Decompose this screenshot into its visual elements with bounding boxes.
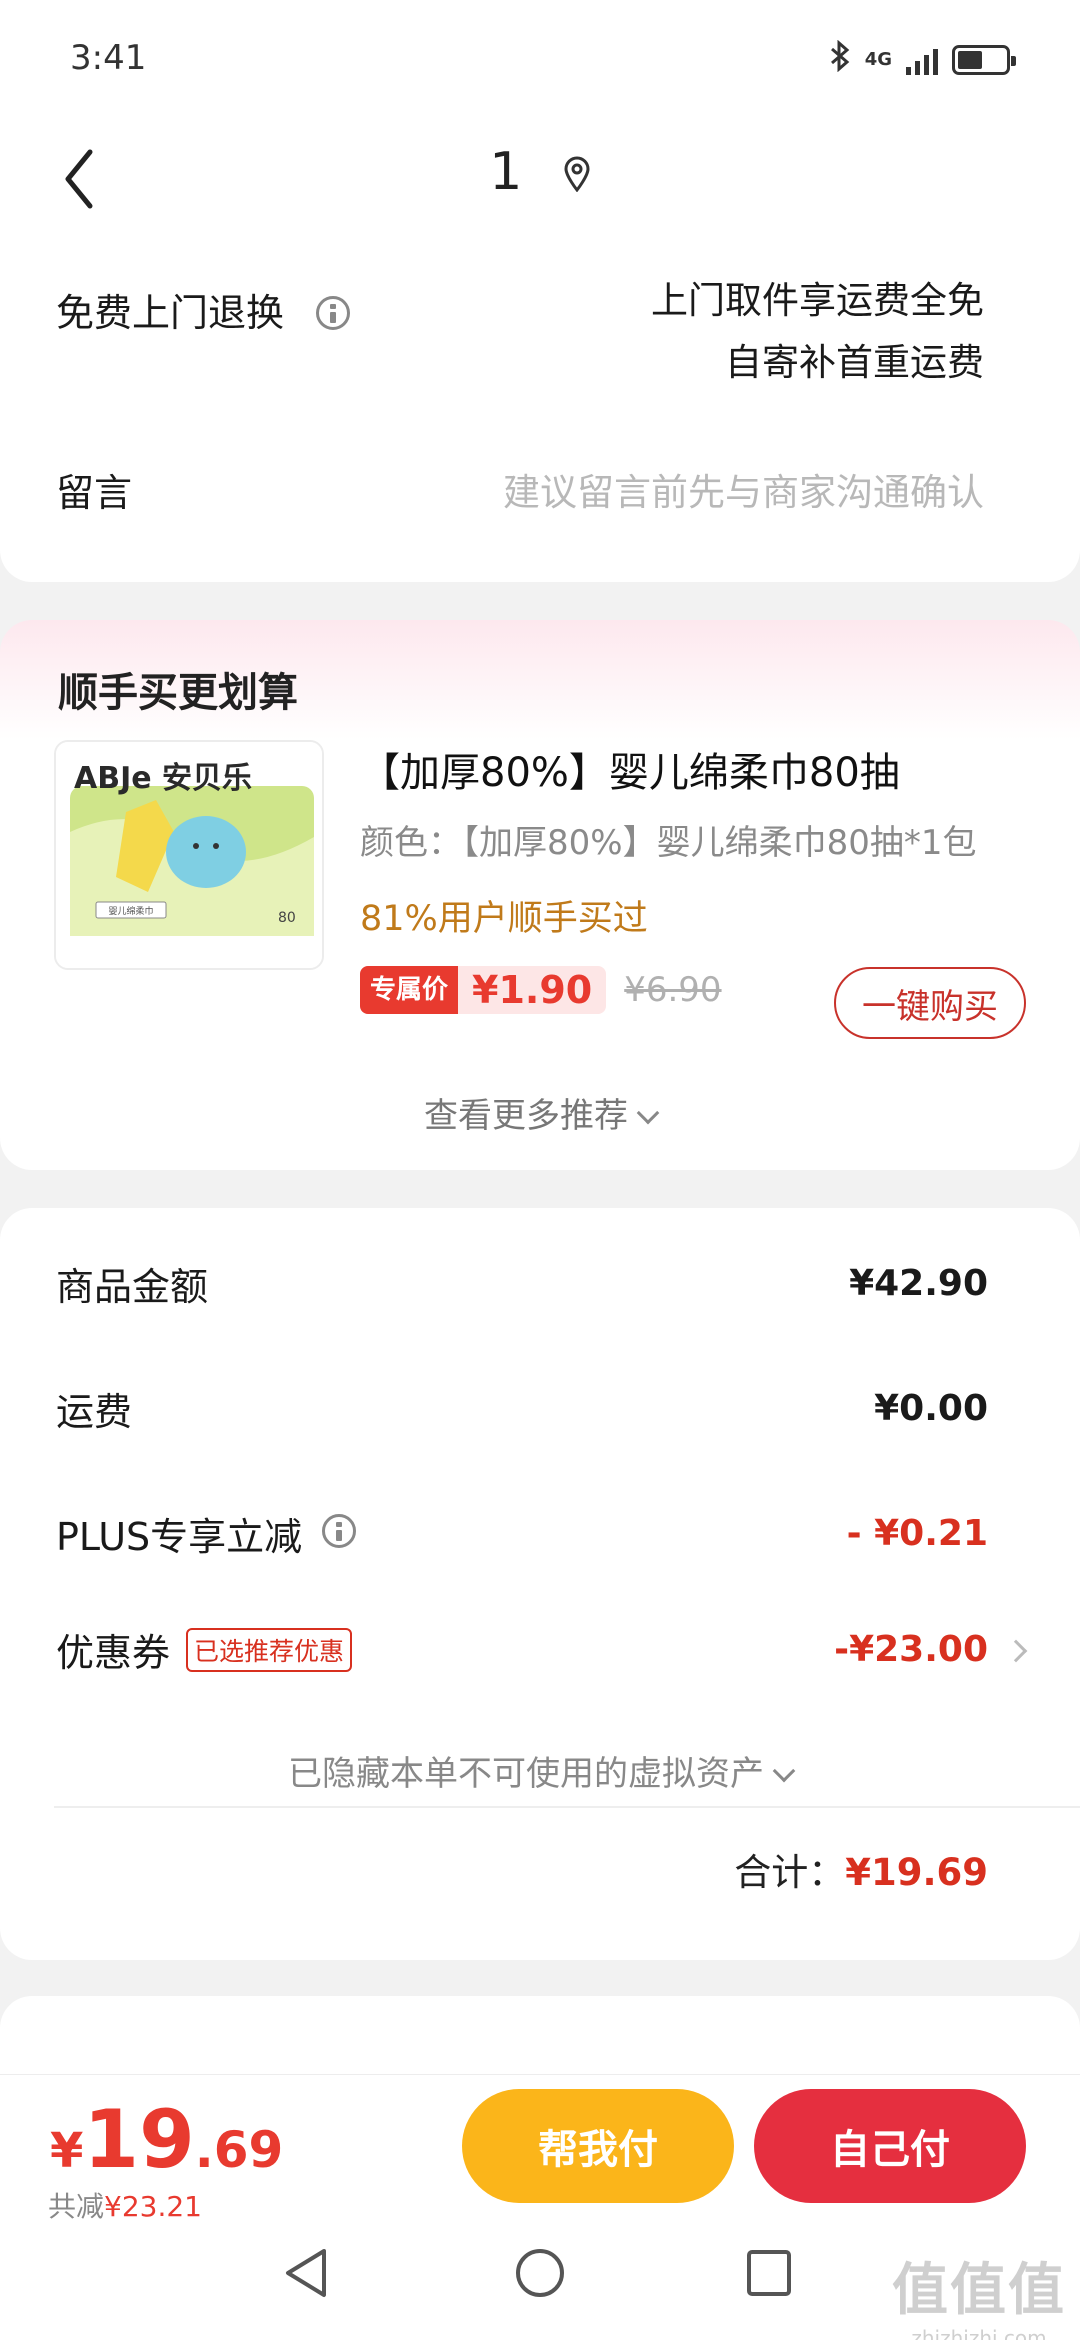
product-count-text: 80 bbox=[278, 910, 296, 926]
chevron-down-icon bbox=[636, 1101, 660, 1125]
goods-amount-row: 商品金额 ¥42.90 bbox=[56, 1256, 1024, 1311]
nav-recents-icon[interactable] bbox=[744, 2245, 794, 2305]
product-image[interactable]: 婴儿绵柔巾 ABJe 安贝乐 80 bbox=[54, 740, 324, 970]
watermark-logo: 值值值 zhizhizhi.com bbox=[892, 2245, 1066, 2340]
plus-discount-row: PLUS专享立减 - ¥0.21 bbox=[56, 1506, 1024, 1561]
pay-total: ¥19.69 bbox=[50, 2093, 283, 2186]
product-name[interactable]: 【加厚80%】婴儿绵柔巾80抽 bbox=[360, 740, 900, 798]
network-type-label: 4G bbox=[864, 49, 892, 70]
plus-discount-label-wrap: PLUS专享立减 bbox=[56, 1506, 357, 1561]
return-row[interactable]: 免费上门退换 上门取件享运费全免 自寄补首重运费 bbox=[56, 279, 1024, 394]
hidden-assets-label: 已隐藏本单不可使用的虚拟资产 bbox=[288, 1754, 764, 1794]
page-title: 1 bbox=[0, 142, 1080, 205]
return-desc-line1: 上门取件享运费全免 bbox=[651, 279, 984, 322]
return-label-wrap: 免费上门退换 bbox=[56, 282, 351, 394]
saved-label: 共减 bbox=[48, 2190, 105, 2223]
nav-back-icon[interactable] bbox=[282, 2245, 332, 2305]
one-click-buy-button[interactable]: 一键购买 bbox=[834, 967, 1026, 1039]
bottom-pay-bar: ¥19.69 共减¥23.21 帮我付 自己付 值值值 zhizhizhi.co… bbox=[0, 2074, 1080, 2340]
recommend-title: 顺手买更划算 bbox=[58, 670, 298, 716]
return-desc-line2: 自寄补首重运费 bbox=[725, 341, 984, 384]
help-me-pay-button[interactable]: 帮我付 bbox=[462, 2089, 734, 2203]
saved-amount: 共减¥23.21 bbox=[48, 2185, 202, 2225]
product-price: ¥1.90 bbox=[458, 966, 607, 1014]
bluetooth-icon bbox=[829, 39, 851, 80]
shipping-value: ¥0.00 bbox=[874, 1388, 988, 1429]
return-label: 免费上门退换 bbox=[56, 291, 285, 335]
product-pack-label: 婴儿绵柔巾 bbox=[108, 905, 153, 917]
price-detail-card: 商品金额 ¥42.90 运费 ¥0.00 PLUS专享立减 - ¥0.21 优惠… bbox=[0, 1208, 1080, 1960]
return-desc: 上门取件享运费全免 自寄补首重运费 bbox=[651, 270, 1024, 394]
exclusive-price-badge: 专属价 bbox=[360, 966, 459, 1014]
battery-icon bbox=[952, 45, 1016, 75]
pay-total-symbol: ¥ bbox=[50, 2123, 84, 2179]
goods-amount-label: 商品金额 bbox=[56, 1265, 209, 1309]
plus-discount-label: PLUS专享立减 bbox=[56, 1515, 303, 1559]
shipping-label: 运费 bbox=[56, 1390, 133, 1434]
status-bar: 3:41 4G bbox=[0, 0, 1080, 120]
goods-amount-value: ¥42.90 bbox=[849, 1263, 988, 1304]
message-label: 留言 bbox=[56, 471, 133, 515]
plus-discount-value: - ¥0.21 bbox=[846, 1513, 988, 1554]
message-row[interactable]: 留言 建议留言前先与商家沟通确认 bbox=[56, 462, 1024, 517]
chevron-down-icon bbox=[772, 1759, 796, 1783]
coupon-value-wrap: -¥23.00 bbox=[834, 1629, 1028, 1670]
coupon-label-wrap: 优惠券 已选推荐优惠 bbox=[56, 1622, 353, 1677]
location-pin-icon[interactable] bbox=[563, 145, 591, 205]
shipping-row: 运费 ¥0.00 bbox=[56, 1381, 1024, 1436]
page-title-text: 1 bbox=[489, 142, 523, 202]
signal-icon bbox=[906, 45, 938, 75]
product-spec: 颜色：【加厚80%】婴儿绵柔巾80抽*1包 bbox=[360, 823, 977, 863]
product-brand-text: ABJe 安贝乐 bbox=[74, 761, 252, 796]
pay-total-dec: .69 bbox=[194, 2121, 284, 2179]
message-input[interactable]: 建议留言前先与商家沟通确认 bbox=[503, 462, 1024, 517]
watermark-logo-text: 值值值 bbox=[892, 2258, 1066, 2323]
status-icons: 4G bbox=[829, 39, 1016, 80]
nav-header: 1 bbox=[0, 120, 1080, 240]
chevron-right-icon bbox=[1004, 1639, 1028, 1663]
info-icon[interactable] bbox=[316, 295, 351, 330]
total-row: 合计：¥19.69 bbox=[734, 1842, 988, 1896]
product-old-price: ¥6.90 bbox=[624, 970, 722, 1010]
coupon-value: -¥23.00 bbox=[834, 1629, 988, 1670]
saved-value: ¥23.21 bbox=[104, 2190, 202, 2223]
info-icon[interactable] bbox=[322, 1513, 357, 1548]
coupon-tag: 已选推荐优惠 bbox=[186, 1627, 353, 1672]
divider bbox=[54, 1806, 1080, 1808]
coupon-label: 优惠券 bbox=[56, 1631, 171, 1675]
service-card: 免费上门退换 上门取件享运费全免 自寄补首重运费 留言 建议留言前先与商家沟通确… bbox=[0, 240, 1080, 582]
total-value: ¥19.69 bbox=[845, 1851, 988, 1894]
status-time: 3:41 bbox=[70, 38, 147, 78]
total-label: 合计： bbox=[734, 1851, 846, 1894]
recommend-card: 顺手买更划算 婴儿绵柔巾 ABJe 安贝乐 80 【加厚80%】婴儿绵柔巾80抽… bbox=[0, 620, 1080, 1170]
more-recommend-label: 查看更多推荐 bbox=[424, 1096, 628, 1136]
more-recommend-link[interactable]: 查看更多推荐 bbox=[0, 1088, 1080, 1137]
coupon-row[interactable]: 优惠券 已选推荐优惠 -¥23.00 bbox=[56, 1622, 1028, 1677]
pay-total-int: 19 bbox=[83, 2093, 195, 2186]
watermark-site: zhizhizhi.com bbox=[911, 2326, 1047, 2340]
hidden-assets-toggle[interactable]: 已隐藏本单不可使用的虚拟资产 bbox=[0, 1746, 1080, 1795]
product-bought-rate: 81%用户顺手买过 bbox=[360, 899, 648, 939]
product-price-row: 专属价 ¥1.90 ¥6.90 bbox=[360, 966, 722, 1014]
nav-home-icon[interactable] bbox=[513, 2245, 567, 2305]
pay-myself-button[interactable]: 自己付 bbox=[754, 2089, 1026, 2203]
